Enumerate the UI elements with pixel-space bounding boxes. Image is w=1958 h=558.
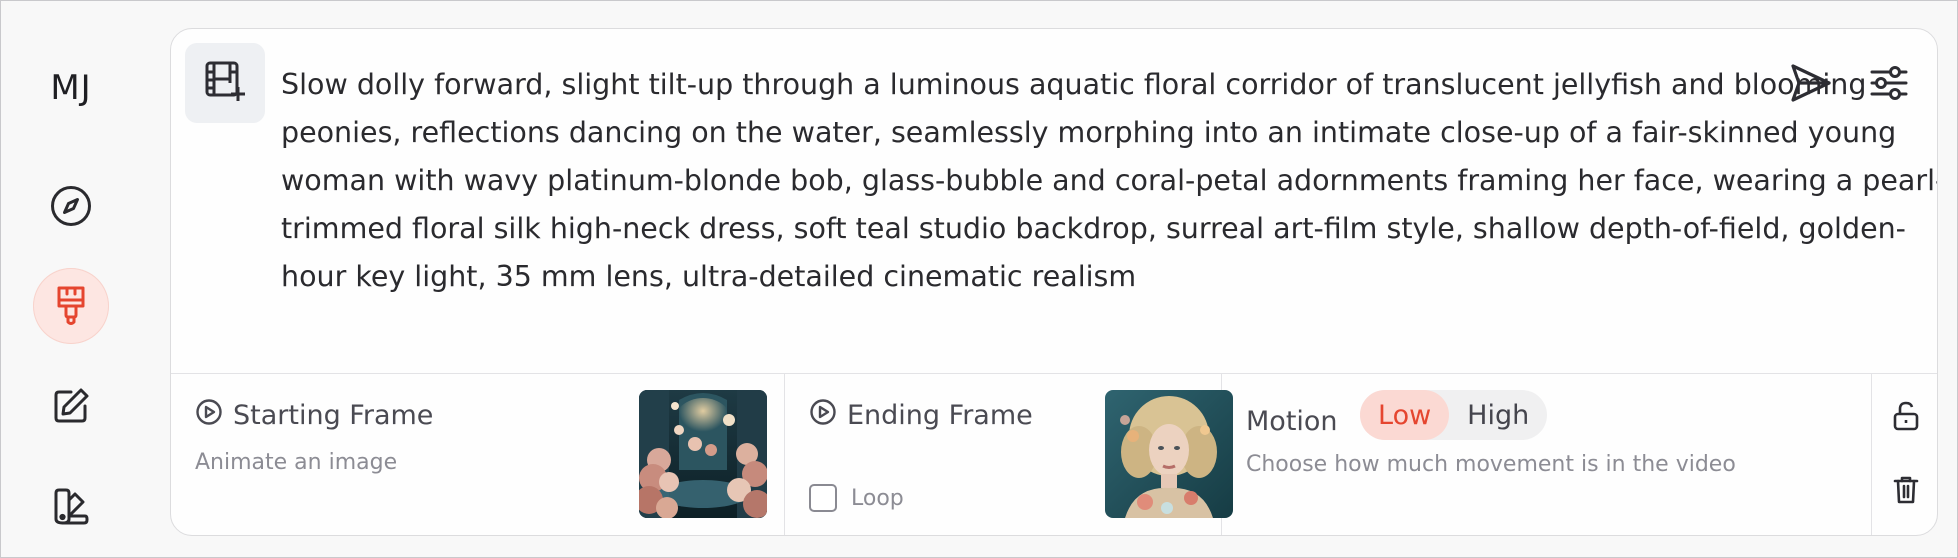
starting-frame-thumbnail[interactable] [639,390,767,518]
options-bar: Starting Frame Animate an image Ending F… [171,373,1937,535]
delete-button[interactable] [1888,474,1924,510]
ending-frame-thumbnail[interactable] [1105,390,1233,518]
settings-button[interactable] [1859,55,1919,115]
edit-icon [51,386,91,426]
ending-frame-section[interactable]: Ending Frame Loop [785,374,1233,535]
motion-option-high[interactable]: High [1449,390,1547,440]
prompt-card: Slow dolly forward, slight tilt-up throu… [170,28,1938,536]
loop-label: Loop [851,486,904,511]
starting-frame-title: Starting Frame [195,398,433,433]
sidebar-item-organize[interactable] [33,468,109,544]
trash-icon [1892,474,1920,510]
logo: MJ [50,68,92,108]
add-video-media-button[interactable] [185,43,265,123]
ending-frame-label: Ending Frame [847,400,1033,431]
side-actions [1871,374,1937,535]
ending-frame-title: Ending Frame [809,398,1033,433]
unlock-icon [1892,400,1920,436]
compass-icon [49,184,93,228]
play-circle-icon [195,398,233,433]
starting-frame-section[interactable]: Starting Frame Animate an image [171,374,785,535]
loop-checkbox[interactable] [809,484,837,512]
paint-brush-icon [53,284,89,328]
sidebar-item-edit[interactable] [33,368,109,444]
sidebar: MJ [0,0,145,558]
motion-title: Motion [1246,406,1338,437]
film-plus-icon [203,59,247,107]
motion-toggle[interactable]: Low High [1360,390,1548,440]
motion-description: Choose how much movement is in the video [1246,452,1736,477]
unlock-button[interactable] [1888,400,1924,436]
starting-frame-subtitle: Animate an image [195,450,398,475]
starting-frame-label: Starting Frame [233,400,434,431]
sidebar-item-explore[interactable] [33,168,109,244]
sliders-icon [1868,62,1910,108]
submit-button[interactable] [1781,55,1841,115]
sidebar-item-create[interactable] [33,268,109,344]
send-icon [1788,60,1834,110]
folder-swatch-icon [51,486,91,526]
motion-option-low[interactable]: Low [1360,390,1450,440]
motion-section: Motion Low High Choose how much movement… [1222,374,1871,535]
prompt-text[interactable]: Slow dolly forward, slight tilt-up throu… [281,61,1937,301]
play-circle-icon [809,398,847,433]
